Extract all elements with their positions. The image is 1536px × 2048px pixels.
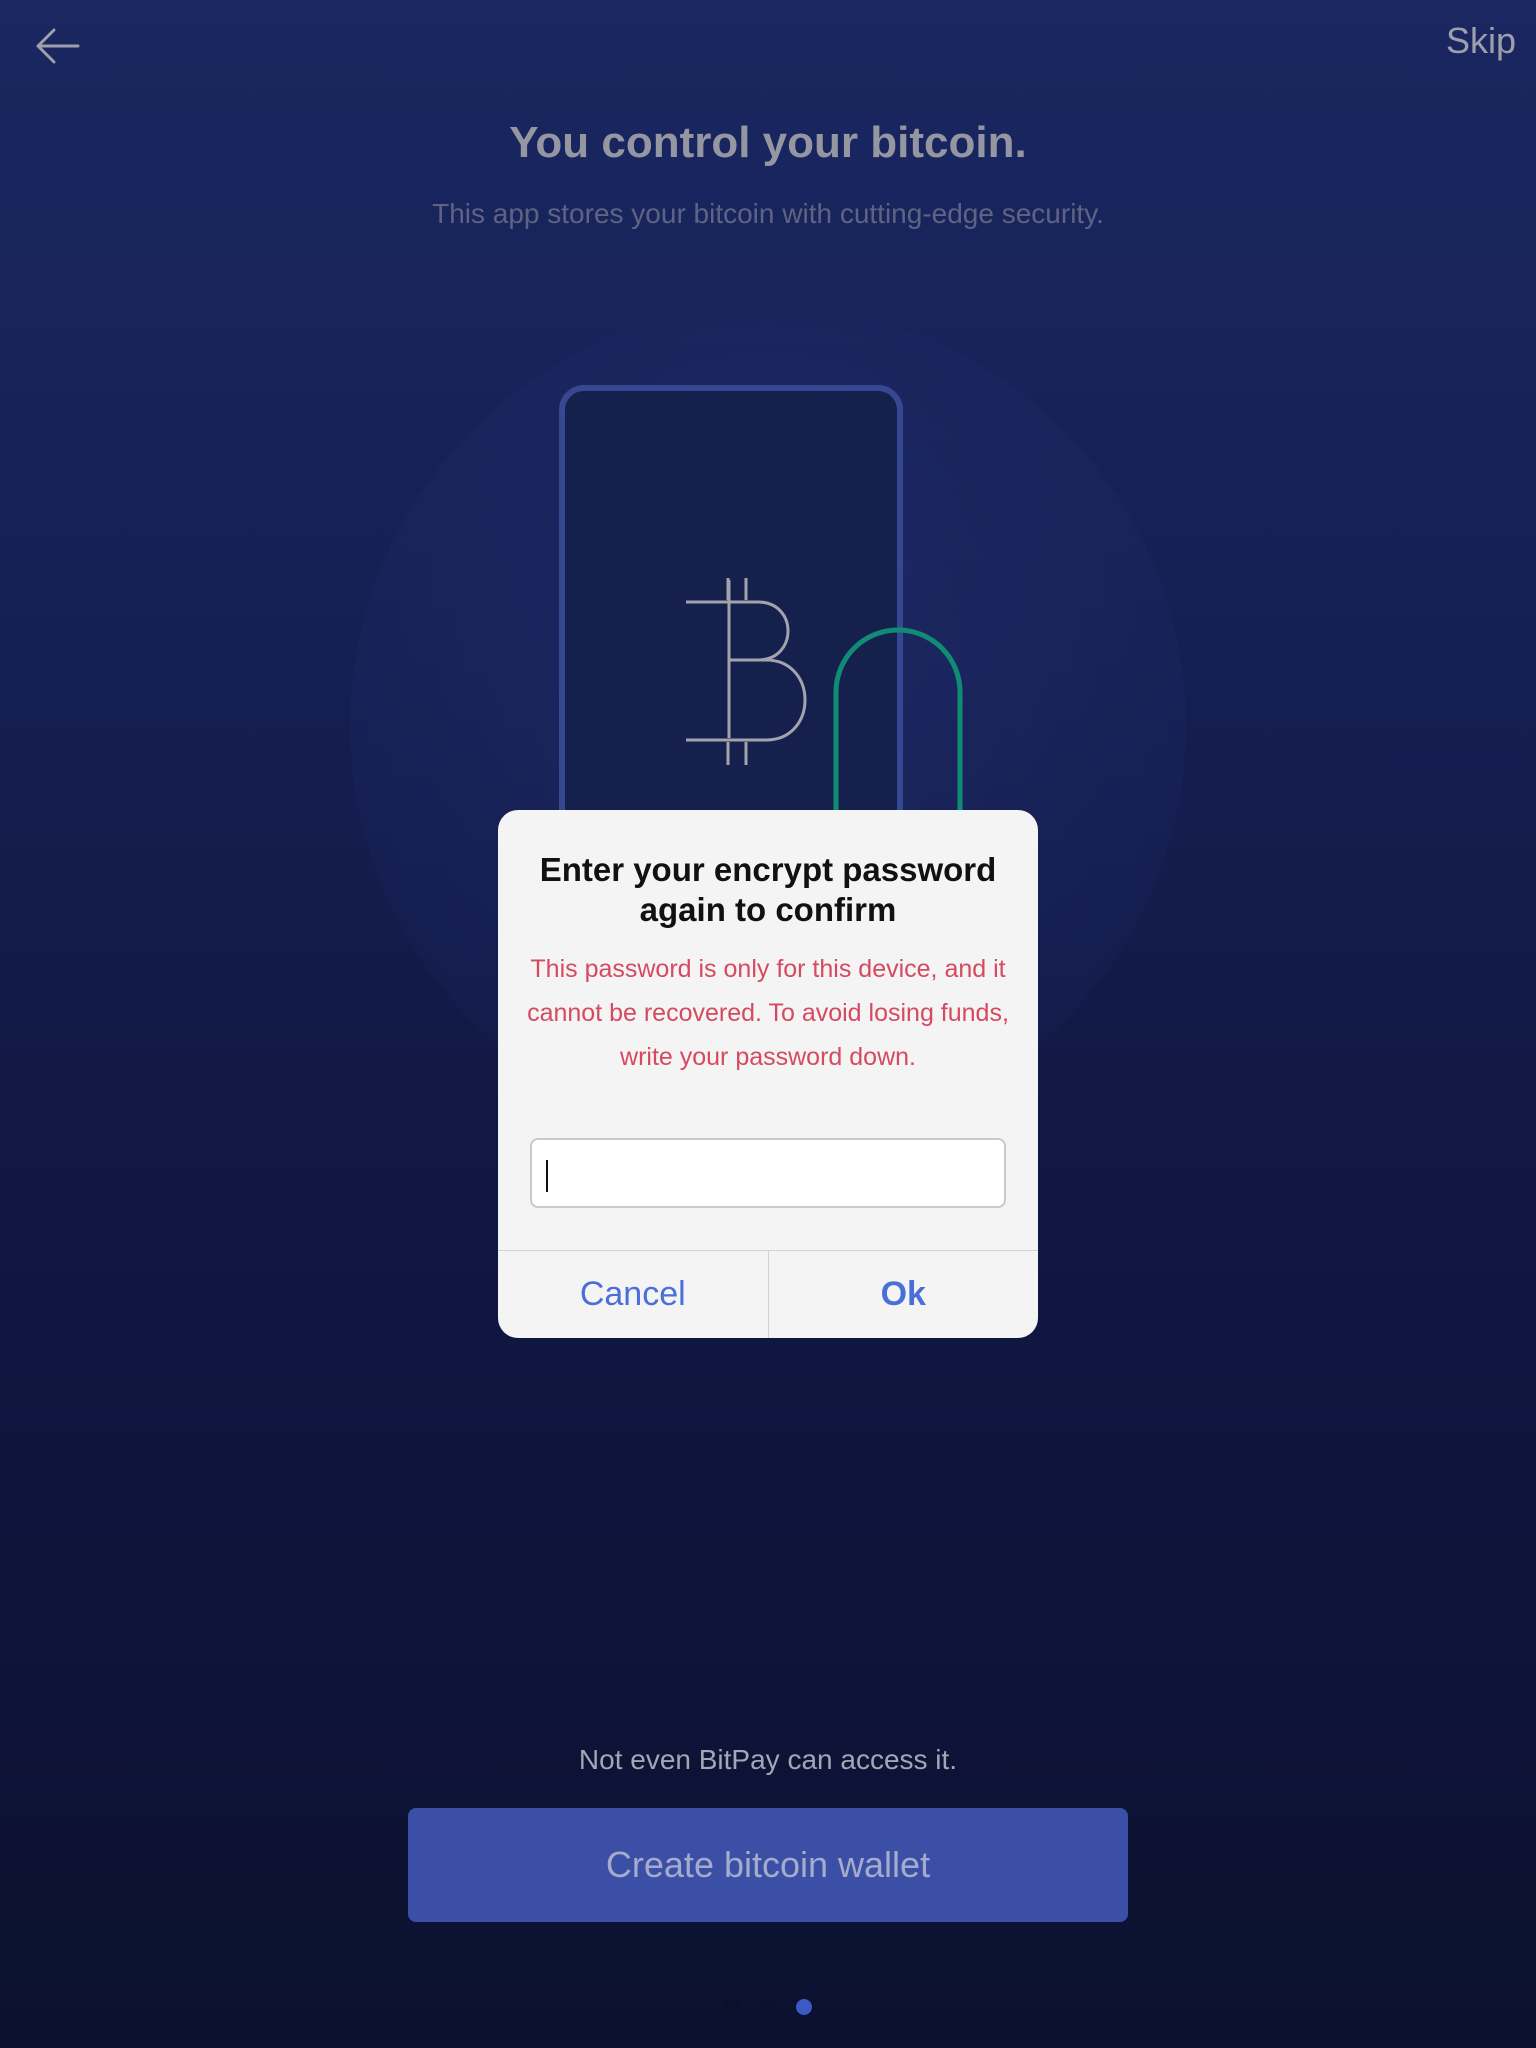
page-dot-1[interactable] — [724, 1999, 740, 2015]
cancel-button[interactable]: Cancel — [498, 1251, 769, 1338]
text-caret — [546, 1160, 548, 1192]
password-input[interactable] — [530, 1138, 1006, 1208]
page-indicator — [0, 1999, 1536, 2015]
ok-button[interactable]: Ok — [769, 1251, 1039, 1338]
dialog-button-row: Cancel Ok — [498, 1250, 1038, 1338]
create-wallet-button[interactable]: Create bitcoin wallet — [408, 1808, 1128, 1922]
page-dot-2[interactable] — [760, 1999, 776, 2015]
dialog-title: Enter your encrypt password again to con… — [539, 851, 997, 928]
privacy-caption: Not even BitPay can access it. — [578, 1744, 958, 1775]
dialog-warning-message: This password is only for this device, a… — [527, 955, 1009, 1071]
confirm-password-dialog: Enter your encrypt password again to con… — [498, 810, 1038, 1338]
page-dot-3-active[interactable] — [796, 1999, 812, 2015]
